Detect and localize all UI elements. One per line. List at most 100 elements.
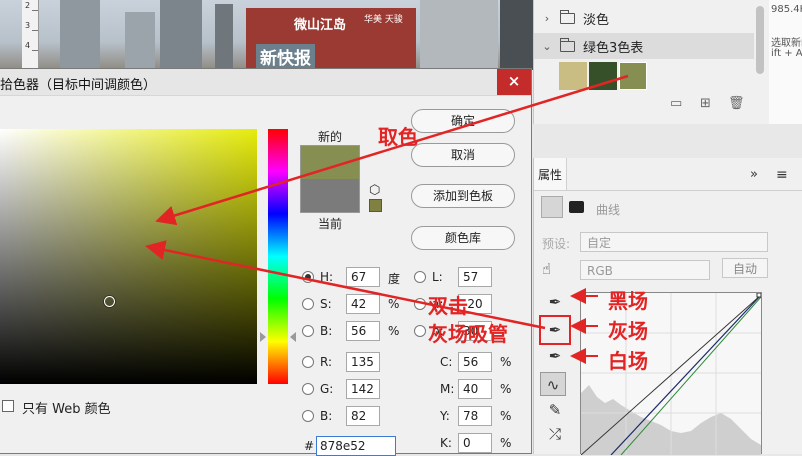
unit-label: 度 (388, 272, 401, 286)
brightness-input[interactable]: 56 (346, 321, 380, 341)
swatch-folder-label: 淡色 (583, 12, 610, 28)
curve-point-tool-icon[interactable]: ∿ (540, 372, 566, 396)
building (500, 0, 533, 70)
new-color-swatch (300, 145, 360, 179)
green-input[interactable]: 142 (346, 379, 380, 399)
blue-input[interactable]: 82 (346, 406, 380, 426)
web-colors-label: 只有 Web 颜色 (22, 402, 111, 417)
ruler-mark: 2 (25, 1, 31, 10)
hue-slider-left-arrow-icon[interactable] (260, 332, 266, 342)
collapse-icon[interactable]: » (750, 167, 758, 182)
yellow-input[interactable]: 78 (458, 406, 492, 426)
swatch-chip[interactable] (559, 62, 587, 90)
hex-input[interactable]: 878e52 (316, 436, 396, 456)
tab-properties[interactable]: 属性 (534, 158, 567, 190)
hue-slider[interactable] (268, 129, 288, 384)
color-libraries-button[interactable]: 颜色库 (411, 226, 515, 250)
magenta-input[interactable]: 40 (458, 379, 492, 399)
dialog-titlebar[interactable]: 拾色器（目标中间调颜色） (0, 69, 531, 96)
web-safe-swatch[interactable] (369, 199, 382, 212)
new-swatch-icon[interactable]: ⊞ (700, 96, 711, 111)
building (60, 0, 100, 70)
radio-blue[interactable] (302, 410, 314, 422)
mask-icon[interactable] (569, 201, 584, 213)
folder-icon (560, 37, 575, 52)
annotation-double-click: 双击 (428, 294, 468, 318)
radio-brightness[interactable] (302, 325, 314, 337)
curves-adjustment-icon (541, 196, 563, 218)
lightness-input[interactable]: 57 (458, 267, 492, 287)
preset-select[interactable]: 自定 (580, 232, 768, 252)
ruler-tick (32, 50, 38, 51)
pencil-icon[interactable]: ✎ (542, 398, 568, 422)
field-label: S: (320, 297, 332, 311)
current-color-swatch[interactable] (300, 179, 360, 213)
black-point-eyedropper-icon[interactable]: ✒ (542, 290, 568, 314)
info-text: ift + Alt (771, 48, 802, 59)
annotation-white-point: 白场 (608, 349, 648, 373)
close-icon[interactable]: × (497, 69, 531, 95)
billboard-sign: 微山江岛 (294, 18, 347, 33)
panel-menu-icon[interactable]: ≡ (776, 167, 788, 183)
swatches-panel: › 淡色 ⌄ 绿色3色表 ▭ ⊞ 🗑 (533, 0, 771, 124)
swatch-chip[interactable] (589, 62, 617, 90)
radio-b[interactable] (414, 325, 426, 337)
unit-label: % (500, 436, 512, 450)
swatch-folder-green[interactable]: ⌄ 绿色3色表 (534, 33, 756, 59)
web-colors-checkbox[interactable] (2, 400, 14, 412)
color-field[interactable] (0, 129, 257, 384)
field-label: K: (440, 436, 452, 450)
cyan-input[interactable]: 56 (458, 352, 492, 372)
smooth-curve-icon[interactable]: ⤮ (542, 422, 568, 446)
billboard-subtext: 华美 天骏 (364, 15, 403, 25)
annotation-pick-color: 取色 (378, 125, 418, 149)
field-label: L: (432, 270, 443, 284)
radio-green[interactable] (302, 383, 314, 395)
unit-label: % (388, 297, 400, 311)
target-adjust-icon[interactable]: ☝ (542, 260, 551, 278)
current-color-label: 当前 (318, 217, 343, 231)
hue-input[interactable]: 67 (346, 267, 380, 287)
add-to-swatches-button[interactable]: 添加到色板 (411, 184, 515, 208)
radio-lightness[interactable] (414, 271, 426, 283)
preset-label: 预设: (542, 237, 571, 251)
ruler-mark: 4 (25, 41, 31, 50)
ok-button[interactable]: 确定 (411, 109, 515, 133)
color-field-cursor[interactable] (104, 296, 115, 307)
cancel-button[interactable]: 取消 (411, 143, 515, 167)
building (125, 12, 155, 70)
radio-red[interactable] (302, 356, 314, 368)
auto-button[interactable]: 自动 (722, 258, 768, 278)
radio-saturation[interactable] (302, 298, 314, 310)
scrollbar-thumb[interactable] (756, 6, 764, 74)
unit-label: % (388, 324, 400, 338)
swatches-scrollbar[interactable] (754, 0, 766, 124)
unit-label: % (500, 382, 512, 396)
annotation-gray-eyedropper: 灰场吸管 (428, 322, 508, 346)
gray-point-eyedropper-icon[interactable]: ✒ (539, 315, 571, 345)
field-label: M: (440, 382, 455, 396)
red-input[interactable]: 135 (346, 352, 380, 372)
hue-slider-right-arrow-icon[interactable] (290, 332, 296, 342)
web-safe-cube-icon[interactable]: ⬡ (369, 183, 380, 198)
swatch-chip[interactable] (619, 62, 647, 90)
white-point-eyedropper-icon[interactable]: ✒ (542, 344, 568, 368)
radio-a[interactable] (414, 298, 426, 310)
info-text: 985.4K (771, 4, 802, 15)
field-label: B: (320, 409, 333, 423)
dialog-title: 拾色器（目标中间调颜色） (0, 78, 157, 93)
folder-icon (560, 9, 575, 24)
trash-icon[interactable]: 🗑 (728, 96, 745, 111)
channel-select[interactable]: RGB (580, 260, 710, 280)
new-group-icon[interactable]: ▭ (670, 96, 682, 111)
chevron-down-icon[interactable]: ⌄ (540, 40, 554, 53)
radio-hue[interactable] (302, 271, 314, 283)
side-info-panel: 985.4K 选取新的 ift + Alt (769, 0, 802, 124)
field-label: G: (320, 382, 334, 396)
swatch-folder-pale[interactable]: › 淡色 (534, 5, 756, 31)
chevron-right-icon[interactable]: › (540, 12, 554, 25)
saturation-input[interactable]: 42 (346, 294, 380, 314)
black-input[interactable]: 0 (458, 433, 492, 453)
panel-title: 曲线 (596, 203, 621, 217)
field-label: Y: (440, 409, 450, 423)
